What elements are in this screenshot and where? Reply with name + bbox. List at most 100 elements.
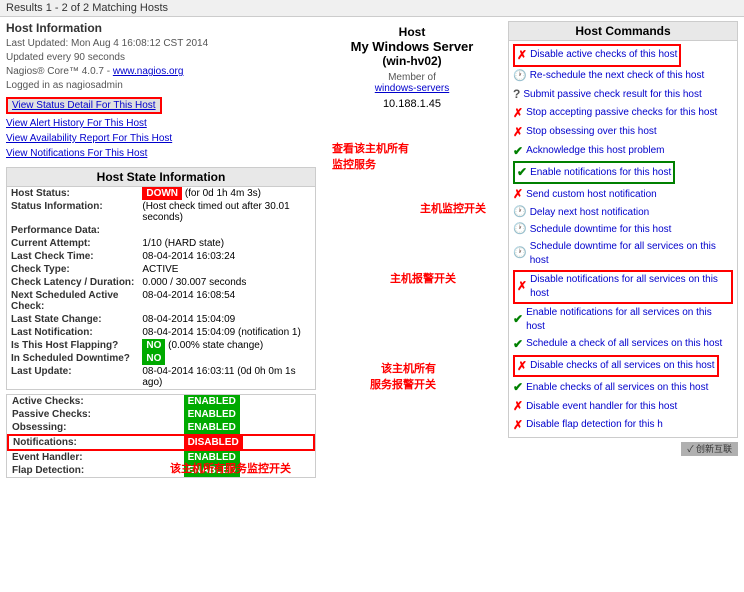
nagios-version: Nagios® Core™ 4.0.7 - www.nagios.org [6,65,316,79]
notifications-link[interactable]: View Notifications For This Host [6,146,316,161]
last-update-value: 08-04-2014 16:03:11 (0d 0h 0m 1s ago) [138,365,315,389]
checks-table: Active Checks: ENABLED Passive Checks: E… [7,395,315,477]
cmd-red-highlight: ✗Disable active checks of this host [513,44,681,67]
flap-detection-badge: ENABLED [184,464,240,477]
command-item-6[interactable]: ✔Enable notifications for this host [513,160,733,185]
command-link-9[interactable]: Schedule downtime for this host [530,223,672,237]
command-item-13[interactable]: ✔Schedule a check of all services on thi… [513,335,733,354]
command-item-7[interactable]: ✗Send custom host notification [513,185,733,204]
check-icon: ✔ [513,143,523,160]
perf-label: Performance Data: [7,224,138,237]
command-item-5[interactable]: ✔Acknowledge this host problem [513,142,733,161]
host-label: Host [324,25,500,39]
command-link-10[interactable]: Schedule downtime for all services on th… [530,240,733,268]
command-item-4[interactable]: ✗Stop obsessing over this host [513,123,733,142]
notifications-badge: DISABLED [184,436,243,449]
update-interval: Updated every 90 seconds [6,51,316,65]
command-link-2[interactable]: Submit passive check result for this hos… [523,88,701,102]
command-item-1[interactable]: 🕐Re-schedule the next check of this host [513,68,733,85]
state-section-title: Host State Information [7,168,315,187]
command-link-3[interactable]: Stop accepting passive checks for this h… [526,106,717,120]
latency-row: Check Latency / Duration: 0.000 / 30.007… [7,276,315,289]
center-panel: Host My Windows Server (win-hv02) Member… [324,21,500,478]
obsessing-label: Obsessing: [8,421,180,435]
command-link-7[interactable]: Send custom host notification [526,188,657,202]
downtime-row: In Scheduled Downtime? NO [7,352,315,365]
cmd-red-highlight: ✗Disable checks of all services on this … [513,355,719,378]
flap-detection-row: Flap Detection: ENABLED [8,464,314,477]
last-notif-value: 08-04-2014 15:04:09 (notification 1) [138,326,315,339]
command-item-3[interactable]: ✗Stop accepting passive checks for this … [513,104,733,123]
checks-section: Active Checks: ENABLED Passive Checks: E… [6,394,316,478]
command-item-9[interactable]: 🕐Schedule downtime for this host [513,221,733,238]
latency-value: 0.000 / 30.007 seconds [138,276,315,289]
downtime-badge: NO [142,352,165,365]
passive-checks-badge: ENABLED [184,408,240,421]
active-checks-badge: ENABLED [184,395,240,408]
watermark: ✓ 创新互联 [508,442,738,455]
x-icon: ✗ [517,47,527,64]
obsessing-row: Obsessing: ENABLED [8,421,314,435]
command-link-15[interactable]: Enable checks of all services on this ho… [526,381,708,395]
state-change-row: Last State Change: 08-04-2014 15:04:09 [7,313,315,326]
check-type-value: ACTIVE [138,263,315,276]
attempt-row: Current Attempt: 1/10 (HARD state) [7,237,315,250]
command-item-12[interactable]: ✔Enable notifications for all services o… [513,305,733,335]
active-checks-row: Active Checks: ENABLED [8,395,314,408]
command-item-11[interactable]: ✗Disable notifications for all services … [513,269,733,305]
alert-history-link[interactable]: View Alert History For This Host [6,116,316,131]
status-value: DOWN (for 0d 1h 4m 3s) [138,187,315,200]
command-item-15[interactable]: ✔Enable checks of all services on this h… [513,378,733,397]
command-link-11[interactable]: Disable notifications for all services o… [530,273,729,301]
next-check-label: Next Scheduled ActiveCheck: [7,289,138,313]
annot-monitor: 查看该主机所有监控服务 [332,140,500,172]
x-icon: ✗ [513,398,523,415]
command-item-14[interactable]: ✗Disable checks of all services on this … [513,354,733,379]
command-link-0[interactable]: Disable active checks of this host [530,48,677,62]
commands-list: ✗Disable active checks of this host🕐Re-s… [509,41,737,437]
command-item-0[interactable]: ✗Disable active checks of this host [513,43,733,68]
obsessing-badge: ENABLED [184,421,240,434]
command-item-2[interactable]: ?Submit passive check result for this ho… [513,85,733,104]
annotations: 查看该主机所有监控服务 [324,140,500,172]
command-link-14[interactable]: Disable checks of all services on this h… [530,359,715,373]
nagios-link[interactable]: www.nagios.org [113,66,184,77]
check-icon: ✔ [517,164,527,181]
command-item-10[interactable]: 🕐Schedule downtime for all services on t… [513,239,733,269]
check-icon: ✔ [513,336,523,353]
check-time-label: Last Check Time: [7,250,138,263]
command-link-6[interactable]: Enable notifications for this host [530,166,671,180]
notifications-value: DISABLED [180,435,314,450]
cmd-green-highlight: ✔Enable notifications for this host [513,161,675,184]
availability-link[interactable]: View Availability Report For This Host [6,131,316,146]
command-link-17[interactable]: Disable flap detection for this h [526,418,663,432]
latency-label: Check Latency / Duration: [7,276,138,289]
notifications-label: Notifications: [8,435,180,450]
command-item-16[interactable]: ✗Disable event handler for this host [513,397,733,416]
member-group-link[interactable]: windows-servers [375,83,449,94]
attempt-label: Current Attempt: [7,237,138,250]
command-item-8[interactable]: 🕐Delay next host notification [513,204,733,221]
command-link-13[interactable]: Schedule a check of all services on this… [526,337,722,351]
x-icon: ✗ [513,186,523,203]
command-item-17[interactable]: ✗Disable flap detection for this h [513,416,733,435]
clock-icon: 🕐 [513,246,527,261]
command-link-5[interactable]: Acknowledge this host problem [526,144,664,158]
command-link-12[interactable]: Enable notifications for all services on… [526,306,733,334]
results-text: Results 1 - 2 of 2 Matching Hosts [6,2,168,14]
downtime-value: NO [138,352,315,365]
x-icon: ✗ [513,105,523,122]
annot-monitor-text: 查看该主机所有监控服务 [332,143,409,171]
command-link-16[interactable]: Disable event handler for this host [526,400,677,414]
command-link-8[interactable]: Delay next host notification [530,206,650,220]
passive-checks-value: ENABLED [180,408,314,421]
view-status-btn[interactable]: View Status Detail For This Host [6,97,162,114]
command-link-4[interactable]: Stop obsessing over this host [526,125,657,139]
host-center: Host My Windows Server (win-hv02) Member… [324,21,500,110]
check-time-value: 08-04-2014 16:03:24 [138,250,315,263]
command-link-1[interactable]: Re-schedule the next check of this host [530,69,705,83]
clock-icon: 🕐 [513,205,527,220]
right-panel: Host Commands ✗Disable active checks of … [508,21,738,478]
next-check-row: Next Scheduled ActiveCheck: 08-04-2014 1… [7,289,315,313]
status-badge: DOWN [142,187,182,200]
